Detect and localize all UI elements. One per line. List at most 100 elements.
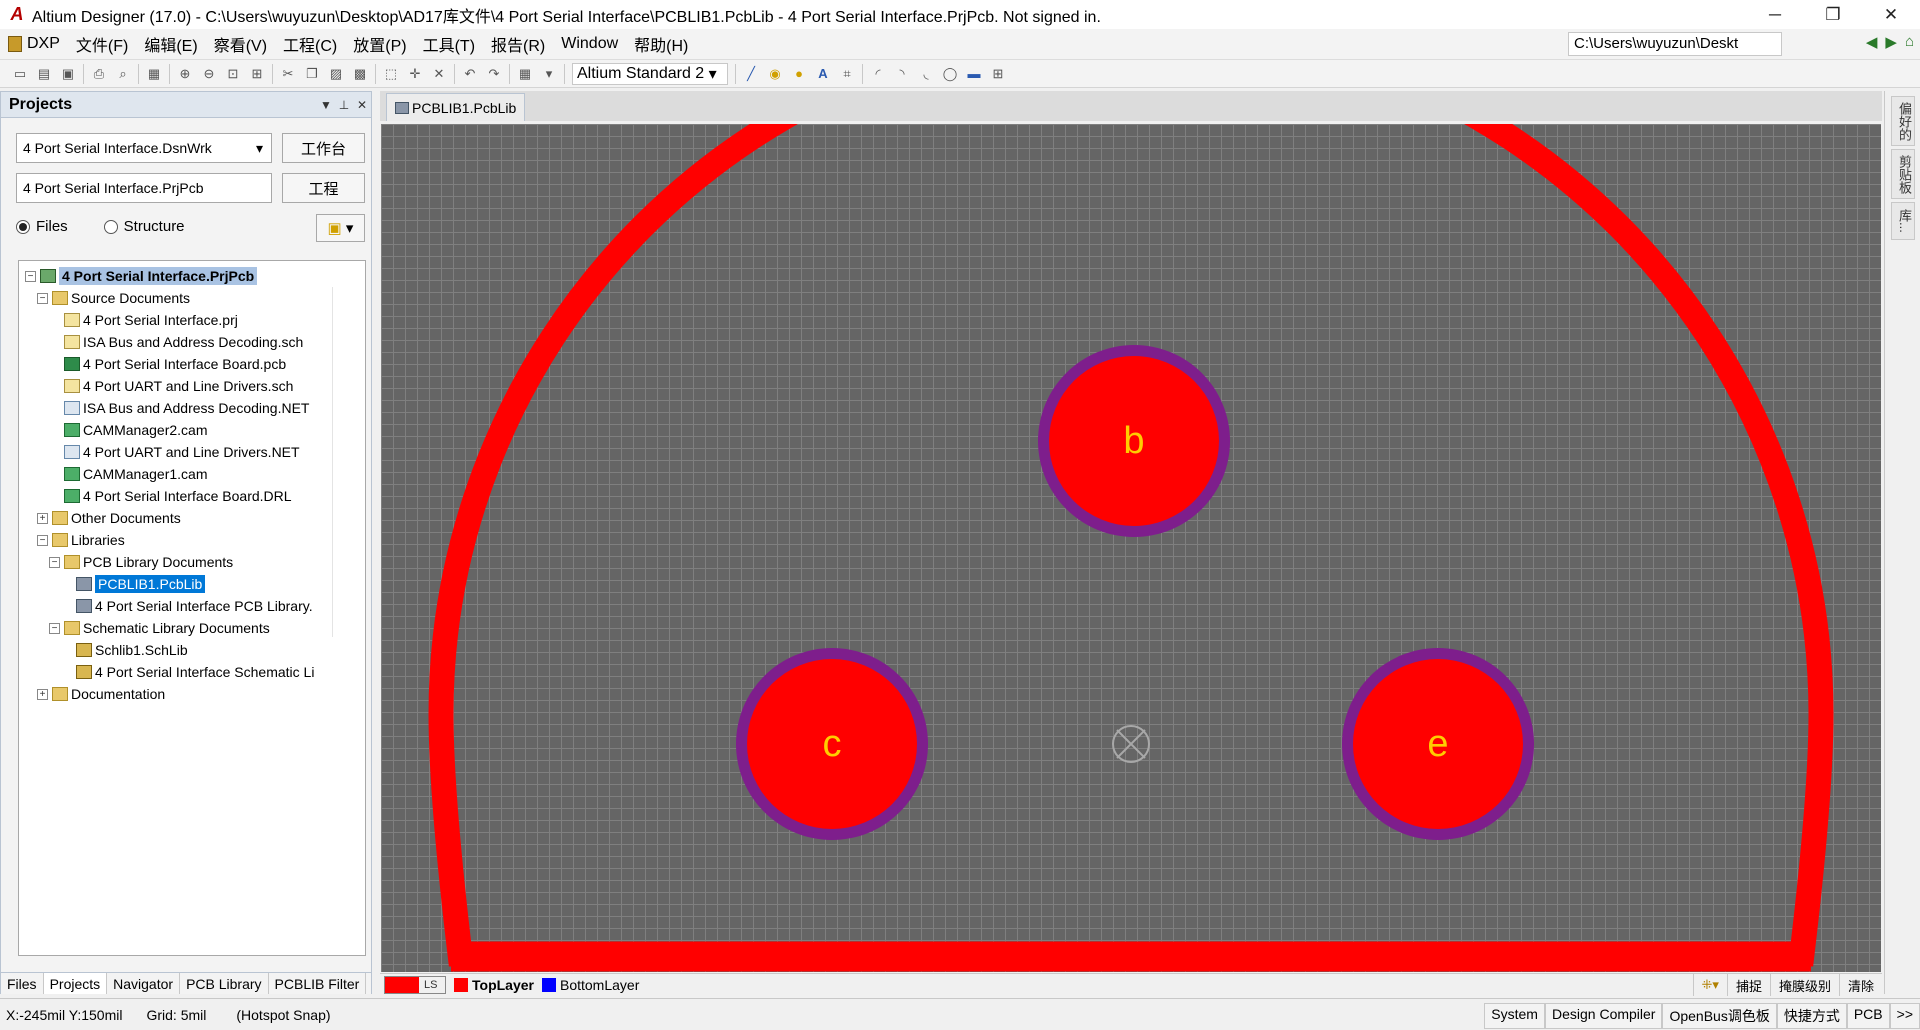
panel-close-icon[interactable]: ✕ xyxy=(353,98,371,112)
print-icon[interactable]: ⎙ xyxy=(89,64,109,84)
panel-tab-navigator[interactable]: Navigator xyxy=(107,973,181,994)
panel-tab-pcblib-filter[interactable]: PCBLIB Filter xyxy=(269,973,367,994)
select-area-icon[interactable]: ⬚ xyxy=(381,64,401,84)
array-paste-icon[interactable]: ⊞ xyxy=(988,64,1008,84)
arc-edge-icon[interactable]: ◝ xyxy=(892,64,912,84)
maximize-button[interactable]: ❐ xyxy=(1804,0,1862,29)
layer-tab-bottomlayer[interactable]: BottomLayer xyxy=(560,977,639,993)
menu-help[interactable]: 帮助(H) xyxy=(626,32,696,56)
layer-tab-toplayer[interactable]: TopLayer xyxy=(472,977,534,993)
tree-item[interactable]: ISA Bus and Address Decoding.sch xyxy=(19,331,359,353)
place-string-icon[interactable]: A xyxy=(813,64,833,84)
zoom-fit-icon[interactable]: ⊡ xyxy=(223,64,243,84)
project-options-button[interactable]: ▣ ▾ xyxy=(316,214,365,242)
tree-item[interactable]: CAMManager2.cam xyxy=(19,419,359,441)
tree-item[interactable]: 4 Port Serial Interface Schematic Li xyxy=(19,661,359,683)
shortcuts-button[interactable]: 快捷方式 xyxy=(1776,1003,1847,1029)
tree-item[interactable]: 4 Port Serial Interface Board.pcb xyxy=(19,353,359,375)
tree-item[interactable]: Schlib1.SchLib xyxy=(19,639,359,661)
tree-item[interactable]: 4 Port Serial Interface PCB Library. xyxy=(19,595,359,617)
system-button[interactable]: System xyxy=(1484,1003,1545,1029)
panel-tab-pcb-library[interactable]: PCB Library xyxy=(180,973,269,994)
collapse-icon[interactable]: − xyxy=(37,292,48,304)
standard-select[interactable]: Altium Standard 2 ▾ xyxy=(572,62,728,85)
place-via-icon[interactable]: ● xyxy=(789,64,809,84)
document-tab-pcblib[interactable]: PCBLIB1.PcbLib xyxy=(386,93,526,121)
tree-folder[interactable]: − Schematic Library Documents xyxy=(19,617,359,639)
panel-tab-files[interactable]: Files xyxy=(1,973,44,994)
menu-window[interactable]: Window xyxy=(553,35,626,53)
home-icon[interactable]: ⌂ xyxy=(1905,33,1914,51)
collapse-icon[interactable]: − xyxy=(37,534,48,546)
libraries-tab[interactable]: 库... xyxy=(1891,202,1915,240)
back-icon[interactable]: ◀ xyxy=(1866,33,1878,51)
open-project-icon[interactable]: ▦ xyxy=(144,64,164,84)
files-radio[interactable] xyxy=(16,219,30,234)
tree-folder[interactable]: + Other Documents xyxy=(19,507,359,529)
menu-project[interactable]: 工程(C) xyxy=(275,32,345,56)
menu-reports[interactable]: 报告(R) xyxy=(483,32,553,56)
pin-icon[interactable]: ⊥ xyxy=(335,98,353,112)
set-origin-icon[interactable]: ⌗ xyxy=(837,64,857,84)
expand-icon[interactable]: + xyxy=(37,512,48,524)
zoom-selection-icon[interactable]: ⊞ xyxy=(247,64,267,84)
project-field[interactable]: 4 Port Serial Interface.PrjPcb xyxy=(16,173,272,203)
tree-folder[interactable]: − Source Documents xyxy=(19,287,359,309)
tree-item[interactable]: PCBLIB1.PcbLib xyxy=(19,573,359,595)
place-line-icon[interactable]: ╱ xyxy=(741,64,761,84)
forward-icon[interactable]: ▶ xyxy=(1885,33,1897,51)
tree-folder[interactable]: − PCB Library Documents xyxy=(19,551,359,573)
structure-radio[interactable] xyxy=(103,219,118,234)
snap-options-icon[interactable]: ⁜▾ xyxy=(1692,974,1727,996)
pcb-canvas[interactable]: b c e xyxy=(381,124,1881,972)
place-fill-icon[interactable]: ▬ xyxy=(964,64,984,84)
save-icon[interactable]: ▣ xyxy=(58,64,78,84)
open-icon[interactable]: ▤ xyxy=(34,64,54,84)
panel-tab-projects[interactable]: Projects xyxy=(43,973,108,994)
menu-file[interactable]: 文件(F) xyxy=(68,32,136,56)
pcb-button[interactable]: PCB xyxy=(1846,1003,1890,1029)
place-pad-icon[interactable]: ◉ xyxy=(765,64,785,84)
minimize-button[interactable]: ─ xyxy=(1746,0,1804,29)
mask-level-button[interactable]: 掩膜级别 xyxy=(1769,974,1839,996)
menu-dxp[interactable]: DXP xyxy=(0,35,68,53)
project-button[interactable]: 工程 xyxy=(282,173,365,203)
workspace-select[interactable]: 4 Port Serial Interface.DsnWrk ▾ xyxy=(16,133,272,163)
grid-dropdown-icon[interactable]: ▾ xyxy=(539,64,559,84)
collapse-icon[interactable]: − xyxy=(49,622,60,634)
zoom-in-icon[interactable]: ⊕ xyxy=(175,64,195,84)
more-button[interactable]: >> xyxy=(1889,1003,1920,1029)
tree-item[interactable]: ISA Bus and Address Decoding.NET xyxy=(19,397,359,419)
close-button[interactable]: ✕ xyxy=(1862,0,1920,29)
copy-icon[interactable]: ❐ xyxy=(302,64,322,84)
menu-edit[interactable]: 编辑(E) xyxy=(136,32,205,56)
tree-item[interactable]: 4 Port Serial Interface Board.DRL xyxy=(19,485,359,507)
clear-button[interactable]: 清除 xyxy=(1838,974,1882,996)
deselect-icon[interactable]: ✕ xyxy=(429,64,449,84)
full-circle-icon[interactable]: ◯ xyxy=(940,64,960,84)
cut-icon[interactable]: ✂ xyxy=(278,64,298,84)
layer-set-button[interactable]: LS xyxy=(384,975,446,994)
menu-view[interactable]: 察看(V) xyxy=(206,32,275,56)
tree-item[interactable]: 4 Port UART and Line Drivers.NET xyxy=(19,441,359,463)
tree-folder[interactable]: − Libraries xyxy=(19,529,359,551)
path-field[interactable]: C:\Users\wuyuzun\Deskt xyxy=(1568,32,1782,56)
collapse-icon[interactable]: − xyxy=(49,556,60,568)
menu-tools[interactable]: 工具(T) xyxy=(415,32,483,56)
clipboard-tab[interactable]: 剪贴板 xyxy=(1891,149,1915,199)
expand-icon[interactable]: + xyxy=(37,688,48,700)
print-preview-icon[interactable]: ⌕ xyxy=(113,64,133,84)
design-compiler-button[interactable]: Design Compiler xyxy=(1544,1003,1663,1029)
grid-icon[interactable]: ▦ xyxy=(515,64,535,84)
tree-item[interactable]: 4 Port Serial Interface.prj xyxy=(19,309,359,331)
arc-any-icon[interactable]: ◟ xyxy=(916,64,936,84)
zoom-out-icon[interactable]: ⊖ xyxy=(199,64,219,84)
panel-menu-icon[interactable]: ▼ xyxy=(317,98,335,112)
paste-icon[interactable]: ▨ xyxy=(326,64,346,84)
redo-icon[interactable]: ↷ xyxy=(484,64,504,84)
new-icon[interactable]: ▭ xyxy=(10,64,30,84)
tree-item[interactable]: CAMManager1.cam xyxy=(19,463,359,485)
collapse-icon[interactable]: − xyxy=(25,270,36,282)
openbus-palette-button[interactable]: OpenBus调色板 xyxy=(1662,1003,1777,1029)
menu-place[interactable]: 放置(P) xyxy=(345,32,414,56)
